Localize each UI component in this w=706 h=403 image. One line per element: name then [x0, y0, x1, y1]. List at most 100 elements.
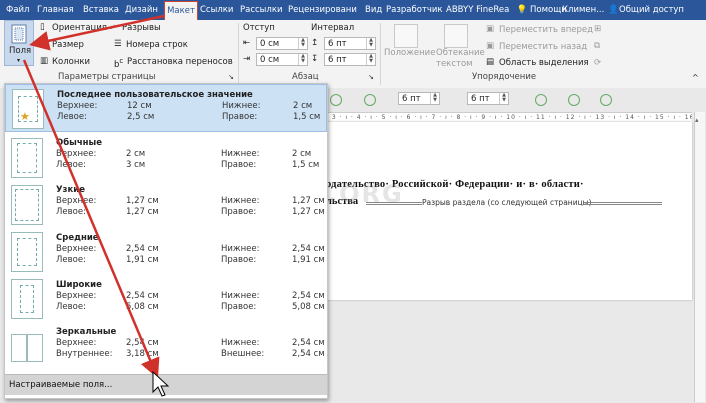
document-page[interactable]: одательство· Российской· Федерации· и· в… — [146, 122, 692, 300]
bottom-value: 2,54 см — [292, 291, 325, 301]
bottom-label: Нижнее: — [221, 149, 260, 159]
tab-design[interactable]: Дизайн — [125, 0, 158, 20]
spacing-before-icon: ↥ — [311, 38, 319, 48]
doc-spacing-after-input[interactable]: 6 пт ▲ ▼ — [467, 92, 509, 105]
user-name[interactable]: Климен... — [562, 0, 604, 20]
right-value: 1,5 см — [292, 160, 320, 170]
paragraph-group-label: Абзац — [292, 72, 319, 82]
spacing-after-input[interactable]: 6 пт ▲ ▼ — [324, 53, 376, 66]
bring-forward-icon: ▣ — [486, 24, 495, 34]
star-icon: ★ — [20, 110, 30, 123]
position-icon — [394, 24, 418, 48]
page-setup-launcher-icon[interactable]: ↘ — [228, 73, 234, 81]
margins-icon — [11, 24, 27, 44]
selection-pane-button[interactable]: Область выделения — [499, 58, 589, 68]
doc-spacing-value: 6 пт — [471, 94, 490, 104]
top-value: 2 см — [126, 149, 146, 159]
circle-marker-icon — [600, 94, 612, 106]
left-label: Левое: — [56, 302, 86, 312]
spin-arrows-icon[interactable]: ▲ ▼ — [366, 38, 375, 49]
top-value: 1,27 см — [126, 196, 159, 206]
top-value: 2,54 см — [126, 291, 159, 301]
spacing-before-value: 6 пт — [328, 39, 347, 49]
bottom-value: 2,54 см — [292, 338, 325, 348]
margins-option-wide[interactable]: Широкие Верхнее: 2,54 см Нижнее: 2,54 см… — [5, 274, 327, 320]
margins-option-title: Широкие — [56, 280, 102, 290]
tab-layout[interactable]: Макет — [164, 1, 198, 21]
send-backward-button[interactable]: Переместить назад — [499, 42, 587, 52]
indent-title: Отступ — [243, 23, 275, 33]
margins-option-narrow[interactable]: Узкие Верхнее: 1,27 см Нижнее: 1,27 см Л… — [5, 180, 327, 226]
right-value: 1,5 см — [293, 112, 321, 122]
size-button[interactable]: Размер — [52, 40, 84, 50]
vertical-scrollbar[interactable] — [694, 112, 705, 402]
wrap-text-button[interactable]: Обтекание текстом — [436, 48, 485, 70]
margins-option-normal[interactable]: Обычные Верхнее: 2 см Нижнее: 2 см Левое… — [5, 133, 327, 179]
indent-right-value: 0 см — [260, 55, 280, 65]
circle-marker-icon — [568, 94, 580, 106]
line-numbers-button[interactable]: Номера строк — [126, 40, 188, 50]
outside-label: Внешнее: — [221, 349, 265, 359]
tab-developer[interactable]: Разработчик — [386, 0, 443, 20]
user-icon: 👤 — [608, 5, 619, 15]
tab-insert[interactable]: Вставка — [83, 0, 119, 20]
columns-button[interactable]: Колонки — [52, 57, 90, 67]
left-value: 5,08 см — [126, 302, 159, 312]
spacing-before-input[interactable]: 6 пт ▲ ▼ — [324, 37, 376, 50]
indent-left-input[interactable]: 0 см ▲ ▼ — [256, 37, 308, 50]
tab-file[interactable]: Файл — [6, 0, 29, 20]
hyphenation-icon: bc — [114, 56, 124, 70]
top-label: Верхнее: — [56, 244, 97, 254]
tab-review[interactable]: Рецензировани — [288, 0, 357, 20]
bottom-value: 2 см — [292, 149, 312, 159]
spin-arrows-icon[interactable]: ▲ ▼ — [298, 54, 307, 65]
margins-option-title: Средние — [56, 233, 99, 243]
right-label: Правое: — [221, 302, 257, 312]
left-label: Левое: — [56, 207, 86, 217]
collapse-ribbon-icon[interactable]: ^ — [692, 73, 699, 82]
position-button[interactable]: Положение — [384, 48, 435, 58]
spin-arrows-icon[interactable]: ▲ ▼ — [499, 93, 508, 104]
paragraph-launcher-icon[interactable]: ↘ — [368, 73, 374, 81]
tab-references[interactable]: Ссылки — [200, 0, 233, 20]
circle-marker-icon — [364, 94, 376, 106]
doc-spacing-before-input[interactable]: 6 пт ▲ ▼ — [398, 92, 440, 105]
tab-mailings[interactable]: Рассылки — [240, 0, 282, 20]
rotate-icon: ⟳ — [594, 58, 602, 68]
interval-title: Интервал — [311, 23, 355, 33]
indent-left-value: 0 см — [260, 39, 280, 49]
bring-forward-button[interactable]: Переместить вперед — [499, 25, 593, 35]
hyphenation-button[interactable]: Расстановка переносов — [127, 57, 233, 67]
columns-icon: ▥ — [40, 56, 49, 66]
margins-option-mirrored[interactable]: Зеркальные Верхнее: 2,54 см Нижнее: 2,54… — [5, 321, 327, 367]
section-break-label: Разрыв раздела (со следующей страницы) — [422, 198, 592, 207]
group-separator — [238, 23, 239, 85]
share-button[interactable]: Общий доступ — [619, 0, 684, 20]
tab-abbyy[interactable]: ABBYY FineRea — [446, 0, 509, 20]
group-icon: ⧉ — [594, 41, 601, 51]
indent-right-input[interactable]: 0 см ▲ ▼ — [256, 53, 308, 66]
custom-margins-button[interactable]: Настраиваемые поля... — [5, 374, 327, 395]
orientation-button[interactable]: Ориентация — [52, 23, 107, 33]
margins-button[interactable]: Поля ▾ — [4, 20, 34, 66]
spin-arrows-icon[interactable]: ▲ ▼ — [298, 38, 307, 49]
margins-label: Поля — [9, 46, 32, 56]
spin-arrows-icon[interactable]: ▲ ▼ — [366, 54, 375, 65]
margins-option-moderate[interactable]: Средние Верхнее: 2,54 см Нижнее: 2,54 см… — [5, 227, 327, 273]
align-icon: ⊞ — [594, 24, 602, 34]
scroll-up-icon[interactable]: ▴ — [695, 116, 699, 124]
margins-option-title: Узкие — [56, 185, 85, 195]
spacing-after-icon: ↧ — [311, 54, 319, 64]
bottom-value: 2,54 см — [292, 244, 325, 254]
margins-option-last-custom[interactable]: ★ Последнее пользовательское значение Ве… — [5, 84, 327, 132]
circle-marker-icon — [535, 94, 547, 106]
margin-guide — [17, 143, 37, 173]
bottom-label: Нижнее: — [221, 196, 260, 206]
tab-view[interactable]: Вид — [365, 0, 382, 20]
right-value: 1,27 см — [292, 207, 325, 217]
bottom-label: Нижнее: — [221, 244, 260, 254]
spin-arrows-icon[interactable]: ▲ ▼ — [430, 93, 439, 104]
top-label: Верхнее: — [56, 338, 97, 348]
tab-home[interactable]: Главная — [37, 0, 74, 20]
breaks-button[interactable]: Разрывы — [122, 23, 161, 33]
